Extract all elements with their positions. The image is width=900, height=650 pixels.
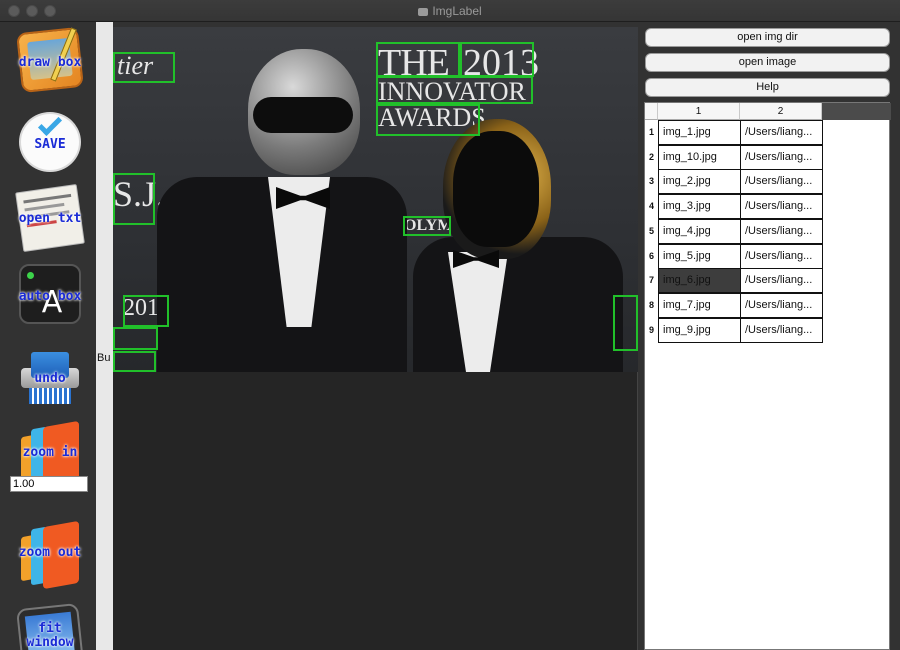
row-number[interactable]: 2 — [645, 144, 658, 170]
bounding-box[interactable] — [113, 351, 156, 372]
table-row[interactable]: 1 img_1.jpg/Users/liang... — [645, 120, 823, 145]
canvas-gutter — [96, 22, 113, 650]
table-row[interactable]: 5 img_4.jpg/Users/liang... — [645, 218, 823, 244]
zoom-out-button[interactable]: zoom out — [15, 518, 85, 590]
save-label: SAVE — [34, 137, 66, 152]
title-bar: ImgLabel — [0, 0, 900, 22]
table-row[interactable]: 8 img_7.jpg/Users/liang... — [645, 292, 823, 318]
file-name-cell[interactable]: img_9.jpg — [658, 317, 741, 343]
row-number[interactable]: 8 — [645, 292, 658, 318]
bounding-box[interactable] — [403, 216, 451, 236]
row-number[interactable]: 3 — [645, 169, 658, 195]
file-name-cell[interactable]: img_7.jpg — [658, 292, 741, 318]
bounding-box[interactable] — [376, 42, 460, 77]
table-row[interactable]: 9 img_9.jpg/Users/liang... — [645, 317, 823, 343]
open-txt-button[interactable]: open txt — [15, 183, 85, 253]
file-name-cell[interactable]: img_2.jpg — [658, 169, 741, 195]
row-number[interactable]: 5 — [645, 218, 658, 244]
gold-helmet-visor — [453, 131, 539, 247]
auto-box-label: auto box — [18, 289, 82, 304]
file-path-cell[interactable]: /Users/liang... — [740, 194, 823, 220]
tool-sidebar: draw box SAVE open txt A auto box undo z… — [0, 22, 96, 650]
fit-window-button[interactable]: fit window — [15, 602, 85, 650]
bounding-box[interactable] — [613, 295, 638, 351]
file-name-cell[interactable]: img_5.jpg — [658, 243, 741, 269]
bounding-box[interactable] — [113, 52, 175, 83]
gutter-label: Bu — [97, 352, 111, 364]
zoom-in-label: zoom in — [22, 445, 78, 460]
table-row[interactable]: 4 img_3.jpg/Users/liang... — [645, 194, 823, 220]
column-header-1[interactable]: 1 — [658, 103, 740, 120]
open-img-dir-button[interactable]: open img dir — [645, 28, 890, 47]
table-row[interactable]: 2 img_10.jpg/Users/liang... — [645, 144, 823, 170]
undo-button[interactable]: undo — [15, 346, 85, 414]
file-panel: open img dir open image Help 1 2 1 img_1.… — [640, 22, 900, 650]
draw-box-button[interactable]: draw box — [15, 26, 85, 94]
fit-window-label: fit window — [26, 621, 74, 650]
loaded-image[interactable]: tier THE 2013 INNOVATOR AWARDS S.J. OLYM… — [113, 27, 638, 372]
save-button[interactable]: SAVE — [15, 108, 85, 176]
app-icon — [418, 8, 429, 16]
row-number[interactable]: 7 — [645, 268, 658, 294]
table-row[interactable]: 3 img_2.jpg/Users/liang... — [645, 169, 823, 195]
row-number[interactable]: 9 — [645, 317, 658, 343]
silver-helmet-visor — [253, 97, 353, 133]
bounding-box[interactable] — [460, 42, 534, 77]
window-title-wrap: ImgLabel — [0, 4, 900, 18]
app-window: ImgLabel draw box SAVE open txt A auto b… — [0, 0, 900, 650]
bounding-box[interactable] — [113, 327, 158, 350]
file-path-cell[interactable]: /Users/liang... — [740, 317, 823, 343]
open-txt-label: open txt — [18, 211, 82, 226]
file-path-cell[interactable]: /Users/liang... — [740, 169, 823, 195]
draw-box-label: draw box — [18, 55, 82, 70]
file-name-cell[interactable]: img_3.jpg — [658, 194, 741, 220]
table-row[interactable]: 6 img_5.jpg/Users/liang... — [645, 243, 823, 269]
undo-label: undo — [34, 371, 66, 386]
window-title: ImgLabel — [432, 4, 482, 18]
zoom-out-label: zoom out — [18, 545, 82, 560]
file-name-cell[interactable]: img_4.jpg — [658, 218, 741, 244]
row-number[interactable]: 6 — [645, 243, 658, 269]
table-corner[interactable] — [645, 103, 658, 120]
file-path-cell[interactable]: /Users/liang... — [740, 292, 823, 318]
file-table[interactable]: 1 2 1 img_1.jpg/Users/liang... 2 img_10.jpg… — [644, 102, 891, 650]
image-canvas[interactable]: tier THE 2013 INNOVATOR AWARDS S.J. OLYM… — [113, 27, 638, 650]
help-button[interactable]: Help — [645, 78, 890, 97]
file-path-cell[interactable]: /Users/liang... — [740, 243, 823, 269]
bounding-box[interactable] — [123, 295, 169, 327]
file-path-cell[interactable]: /Users/liang... — [740, 120, 823, 145]
file-name-cell[interactable]: img_1.jpg — [658, 120, 741, 145]
file-name-cell[interactable]: img_6.jpg — [658, 268, 741, 294]
person-right-suit — [413, 237, 623, 372]
bounding-box[interactable] — [113, 173, 155, 225]
open-image-button[interactable]: open image — [645, 53, 890, 72]
bounding-box[interactable] — [376, 104, 480, 136]
row-number[interactable]: 4 — [645, 194, 658, 220]
bounding-box[interactable] — [376, 76, 533, 104]
zoom-level-input[interactable] — [10, 476, 88, 492]
file-path-cell[interactable]: /Users/liang... — [740, 268, 823, 294]
auto-box-button[interactable]: A auto box — [15, 260, 85, 328]
file-name-cell[interactable]: img_10.jpg — [658, 144, 741, 170]
file-path-cell[interactable]: /Users/liang... — [740, 144, 823, 170]
file-path-cell[interactable]: /Users/liang... — [740, 218, 823, 244]
table-row[interactable]: 7 img_6.jpg/Users/liang... — [645, 268, 823, 294]
column-header-2[interactable]: 2 — [740, 103, 822, 120]
row-number[interactable]: 1 — [645, 120, 658, 145]
